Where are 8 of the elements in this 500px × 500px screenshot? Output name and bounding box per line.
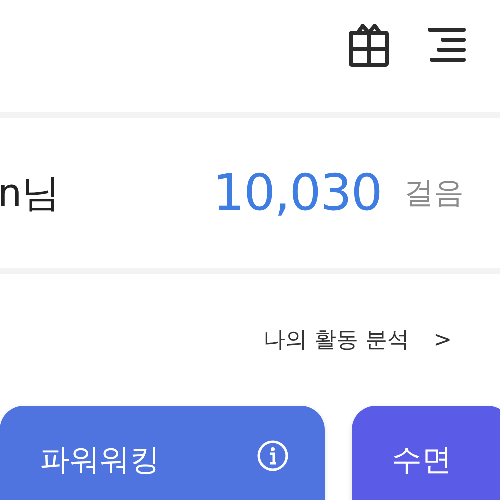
step-count: 10,030 [213, 164, 382, 222]
step-unit: 걸음 [404, 174, 464, 212]
gift-icon[interactable] [348, 24, 390, 68]
activity-card[interactable]: 수면 [352, 406, 500, 500]
user-name: n님 [0, 170, 60, 216]
info-icon[interactable] [257, 440, 289, 472]
activity-card[interactable]: 파워워킹 [0, 406, 325, 500]
activity-analysis-link[interactable]: 나의 활동 분석 > [264, 325, 452, 355]
